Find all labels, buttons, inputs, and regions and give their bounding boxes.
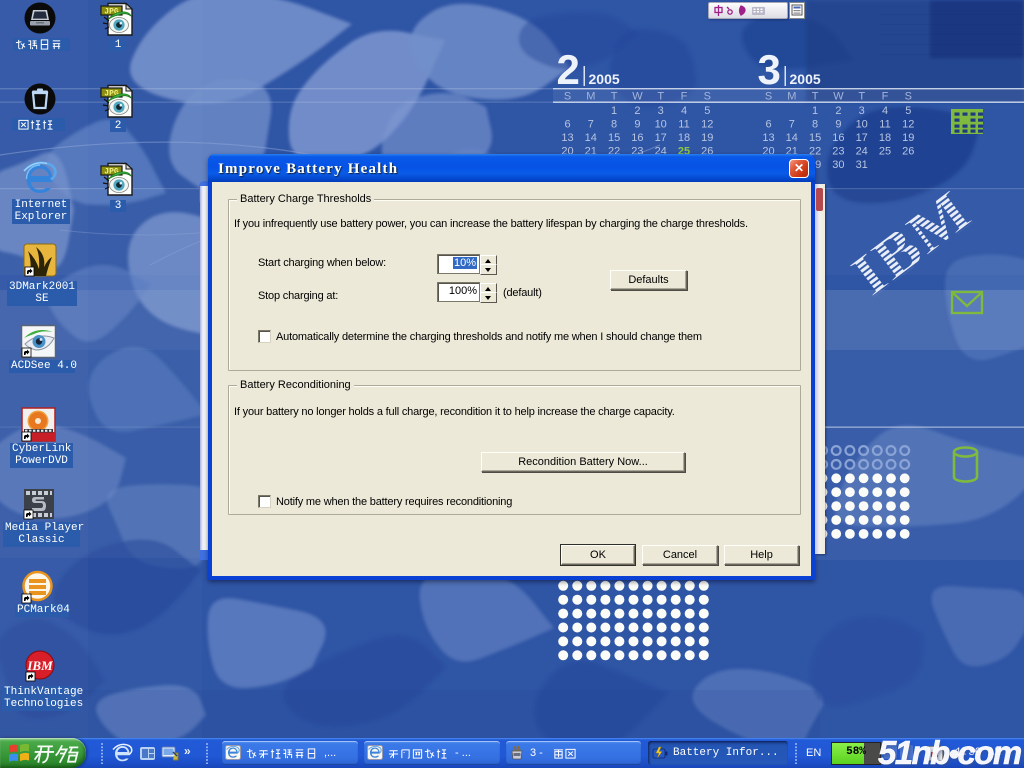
svg-text:6: 6: [765, 119, 771, 131]
svg-text:T: T: [858, 91, 865, 103]
svg-text:12: 12: [701, 119, 713, 131]
svg-text:30: 30: [832, 159, 844, 171]
svg-text:7: 7: [588, 119, 594, 131]
svg-text:M: M: [586, 91, 595, 103]
svg-text:T: T: [611, 91, 618, 103]
svg-text:14: 14: [585, 132, 597, 144]
svg-text:9: 9: [835, 119, 841, 131]
svg-text:W: W: [833, 91, 844, 103]
svg-text:10: 10: [655, 119, 667, 131]
svg-text:S: S: [564, 91, 571, 103]
svg-text:S: S: [905, 91, 912, 103]
svg-text:17: 17: [655, 132, 667, 144]
svg-text:13: 13: [762, 132, 774, 144]
svg-text:13: 13: [561, 132, 573, 144]
svg-text:1: 1: [611, 105, 617, 117]
svg-text:8: 8: [611, 119, 617, 131]
svg-text:5: 5: [704, 105, 710, 117]
svg-text:24: 24: [856, 146, 868, 158]
svg-text:S: S: [765, 91, 772, 103]
svg-text:2: 2: [557, 46, 580, 93]
svg-text:F: F: [882, 91, 889, 103]
svg-text:9: 9: [634, 119, 640, 131]
svg-text:16: 16: [631, 132, 643, 144]
svg-text:12: 12: [902, 119, 914, 131]
svg-text:2: 2: [835, 105, 841, 117]
svg-text:11: 11: [879, 119, 890, 131]
svg-text:3: 3: [658, 105, 664, 117]
svg-text:15: 15: [608, 132, 620, 144]
svg-text:7: 7: [789, 119, 795, 131]
svg-text:14: 14: [786, 132, 798, 144]
svg-text:6: 6: [564, 119, 570, 131]
svg-text:26: 26: [902, 146, 914, 158]
svg-text:W: W: [632, 91, 643, 103]
svg-text:2: 2: [634, 105, 640, 117]
svg-text:25: 25: [879, 146, 891, 158]
svg-text:19: 19: [902, 132, 914, 144]
svg-text:T: T: [657, 91, 664, 103]
svg-text:T: T: [812, 91, 819, 103]
svg-text:1: 1: [812, 105, 818, 117]
svg-text:F: F: [681, 91, 688, 103]
svg-text:31: 31: [856, 159, 868, 171]
svg-text:4: 4: [882, 105, 888, 117]
svg-text:5: 5: [905, 105, 911, 117]
svg-text:10: 10: [856, 119, 868, 131]
svg-text:2005: 2005: [589, 71, 620, 87]
svg-text:M: M: [787, 91, 796, 103]
svg-text:19: 19: [701, 132, 713, 144]
svg-text:4: 4: [681, 105, 687, 117]
svg-text:18: 18: [879, 132, 891, 144]
svg-text:IBM: IBM: [26, 658, 53, 673]
svg-text:15: 15: [809, 132, 821, 144]
svg-text:S: S: [704, 91, 711, 103]
svg-text:3: 3: [859, 105, 865, 117]
svg-text:2005: 2005: [790, 71, 821, 87]
svg-text:18: 18: [678, 132, 690, 144]
svg-text:16: 16: [832, 132, 844, 144]
svg-text:3: 3: [758, 46, 781, 93]
svg-text:17: 17: [856, 132, 868, 144]
svg-text:23: 23: [832, 146, 844, 158]
svg-text:11: 11: [678, 119, 689, 131]
svg-text:8: 8: [812, 119, 818, 131]
